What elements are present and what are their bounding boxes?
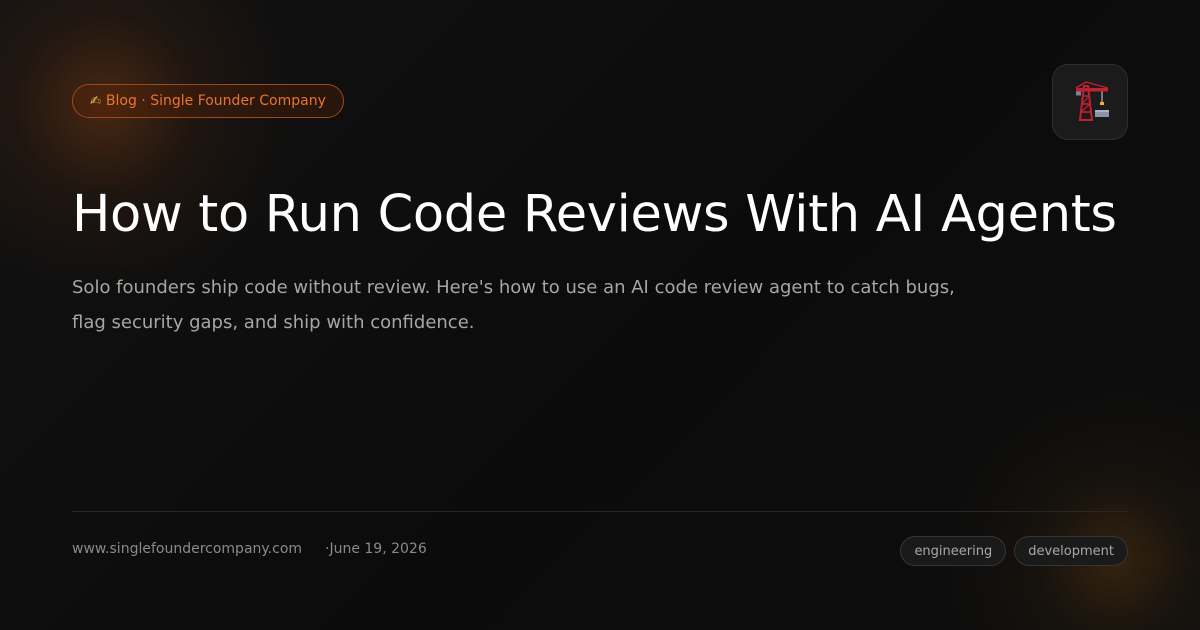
construction-crane-icon — [1075, 81, 1109, 121]
writing-hand-icon: ✍ — [90, 93, 101, 109]
publish-date: ·June 19, 2026 — [325, 541, 427, 557]
footer-divider — [72, 511, 1128, 512]
site-logo — [1052, 64, 1128, 140]
page-title: How to Run Code Reviews With AI Agents — [72, 185, 1117, 244]
site-url: www.singlefoundercompany.com — [72, 541, 303, 557]
tag-list: engineering development — [900, 536, 1128, 566]
tag-engineering: engineering — [900, 536, 1007, 566]
article-description: Solo founders ship code without review. … — [72, 277, 955, 333]
category-badge: ✍ Blog · Single Founder Company — [72, 84, 344, 118]
tag-development: development — [1014, 536, 1128, 566]
category-label: Blog · Single Founder Company — [105, 93, 326, 109]
